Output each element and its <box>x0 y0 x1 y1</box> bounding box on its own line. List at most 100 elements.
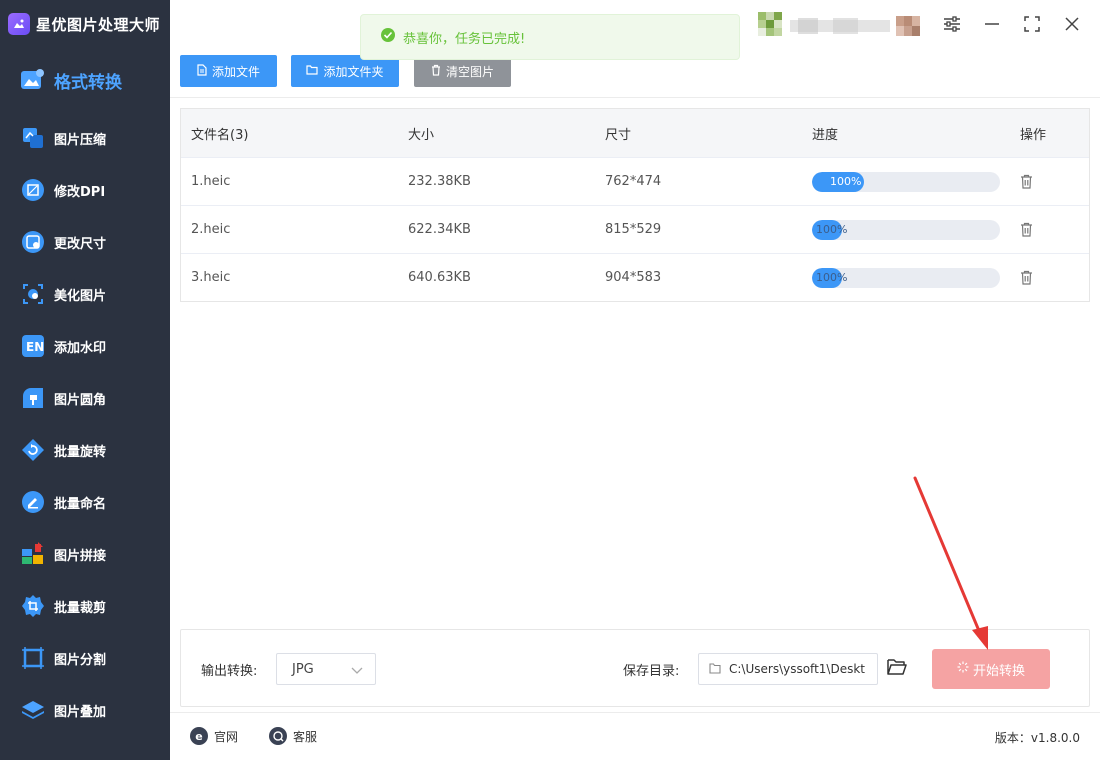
support-link[interactable]: 客服 <box>269 727 317 745</box>
version-text: 版本：v1.8.0.0 <box>994 731 1080 745</box>
file-name: 2.heic <box>191 222 231 237</box>
sidebar: 星优图片处理大师 格式转换 图片压缩 修改DPI 更改尺寸 美化图片 EN 添加… <box>0 0 170 760</box>
file-dimensions: 762*474 <box>605 174 662 189</box>
sidebar-nav: 格式转换 图片压缩 修改DPI 更改尺寸 美化图片 EN 添加水印 图片圆角 批… <box>0 48 170 736</box>
folder-icon <box>709 663 721 677</box>
image-convert-icon <box>20 67 46 93</box>
clear-images-label: 清空图片 <box>445 64 494 79</box>
settings-sliders-icon[interactable] <box>940 12 964 36</box>
chat-bubble-icon <box>269 727 287 745</box>
progress-bar: 100% <box>812 172 1000 192</box>
sidebar-item-puzzle[interactable]: 图片拼接 <box>0 528 170 580</box>
sidebar-item-label: 图片圆角 <box>54 392 107 408</box>
puzzle-icon <box>20 541 46 567</box>
sidebar-item-label: 批量裁剪 <box>54 600 107 616</box>
support-label: 客服 <box>293 729 318 744</box>
save-directory-value: C:\Users\yssoft1\Deskt <box>729 662 865 676</box>
compress-icon <box>20 125 46 151</box>
close-icon[interactable] <box>1060 12 1084 36</box>
column-header-name: 文件名(3) <box>191 127 249 143</box>
sidebar-item-rounded-corner[interactable]: 图片圆角 <box>0 372 170 424</box>
output-format-value: JPG <box>292 661 314 677</box>
loading-spinner-icon <box>957 661 969 677</box>
progress-text: 100% <box>816 223 848 236</box>
file-size: 232.38KB <box>408 174 471 189</box>
sidebar-item-crop[interactable]: 批量裁剪 <box>0 580 170 632</box>
output-settings-panel: 输出转换: JPG 保存目录: C:\Users\yssoft1\Deskt 开… <box>180 629 1090 707</box>
rounded-corner-icon <box>20 385 46 411</box>
open-folder-icon[interactable] <box>886 657 908 679</box>
column-header-actions: 操作 <box>1020 127 1047 143</box>
website-label: 官网 <box>214 729 239 744</box>
column-header-dimensions: 尺寸 <box>605 127 632 143</box>
sidebar-item-watermark[interactable]: EN 添加水印 <box>0 320 170 372</box>
toolbar-divider <box>170 97 1100 98</box>
add-file-button[interactable]: 添加文件 <box>180 55 277 87</box>
progress-text: 100% <box>816 271 848 284</box>
progress-bar: 100% <box>812 268 1000 288</box>
sidebar-item-label: 美化图片 <box>54 288 107 304</box>
sidebar-item-layers[interactable]: 图片叠加 <box>0 684 170 736</box>
check-circle-icon <box>381 28 395 46</box>
sidebar-item-label: 图片拼接 <box>54 548 107 564</box>
delete-row-icon[interactable] <box>1020 174 1034 190</box>
maximize-icon[interactable] <box>1020 12 1044 36</box>
beautify-icon <box>20 281 46 307</box>
table-row: 3.heic 640.63KB 904*583 100% <box>181 253 1089 301</box>
user-account-avatar[interactable] <box>758 12 920 40</box>
sidebar-item-rotate[interactable]: 批量旋转 <box>0 424 170 476</box>
sidebar-item-label: 批量旋转 <box>54 444 107 460</box>
table-row: 1.heic 232.38KB 762*474 100% <box>181 157 1089 205</box>
table-header: 文件名(3) 大小 尺寸 进度 操作 <box>181 109 1089 157</box>
sidebar-item-label: 格式转换 <box>54 72 122 93</box>
svg-text:EN: EN <box>26 340 44 354</box>
toast-message: 恭喜你，任务已完成! <box>403 31 526 47</box>
sidebar-item-split[interactable]: 图片分割 <box>0 632 170 684</box>
app-title: 星优图片处理大师 <box>36 15 161 34</box>
website-e-icon: e <box>190 727 208 745</box>
column-header-progress: 进度 <box>812 127 839 143</box>
footer: e 官网 客服 版本：v1.8.0.0 <box>170 712 1100 760</box>
layers-icon <box>20 697 46 723</box>
sidebar-item-format-convert[interactable]: 格式转换 <box>0 48 170 112</box>
file-name: 1.heic <box>191 174 231 189</box>
sidebar-item-label: 更改尺寸 <box>54 236 107 252</box>
sidebar-item-resize[interactable]: 更改尺寸 <box>0 216 170 268</box>
sidebar-item-beautify[interactable]: 美化图片 <box>0 268 170 320</box>
delete-row-icon[interactable] <box>1020 222 1034 238</box>
sidebar-item-label: 图片叠加 <box>54 704 107 720</box>
minimize-icon[interactable] <box>980 12 1004 36</box>
delete-row-icon[interactable] <box>1020 270 1034 286</box>
app-logo-icon <box>8 13 30 35</box>
sidebar-item-compress[interactable]: 图片压缩 <box>0 112 170 164</box>
rename-icon <box>20 489 46 515</box>
sidebar-item-label: 图片分割 <box>54 652 107 668</box>
watermark-icon: EN <box>20 333 46 359</box>
add-folder-label: 添加文件夹 <box>323 64 384 79</box>
sidebar-item-rename[interactable]: 批量命名 <box>0 476 170 528</box>
trash-icon <box>431 64 441 79</box>
file-size: 622.34KB <box>408 222 471 237</box>
progress-bar: 100% <box>812 220 1000 240</box>
output-format-select[interactable]: JPG <box>276 653 376 685</box>
sidebar-item-label: 修改DPI <box>54 184 106 200</box>
file-table: 文件名(3) 大小 尺寸 进度 操作 1.heic 232.38KB 762*4… <box>180 108 1090 302</box>
file-dimensions: 904*583 <box>605 270 662 285</box>
add-file-label: 添加文件 <box>211 64 260 79</box>
app-header: 星优图片处理大师 <box>0 0 170 48</box>
sidebar-item-label: 添加水印 <box>54 340 107 356</box>
file-icon <box>197 63 207 79</box>
crop-icon <box>20 593 46 619</box>
start-convert-button[interactable]: 开始转换 <box>932 649 1050 689</box>
dpi-icon <box>20 177 46 203</box>
website-link[interactable]: e 官网 <box>190 727 238 745</box>
sidebar-item-dpi[interactable]: 修改DPI <box>0 164 170 216</box>
save-directory-label: 保存目录: <box>623 664 680 679</box>
rotate-icon <box>20 437 46 463</box>
file-dimensions: 815*529 <box>605 222 662 237</box>
table-row: 2.heic 622.34KB 815*529 100% <box>181 205 1089 253</box>
file-size: 640.63KB <box>408 270 471 285</box>
output-format-label: 输出转换: <box>201 664 258 679</box>
start-convert-label: 开始转换 <box>972 663 1025 679</box>
save-directory-input[interactable]: C:\Users\yssoft1\Deskt <box>698 653 878 685</box>
